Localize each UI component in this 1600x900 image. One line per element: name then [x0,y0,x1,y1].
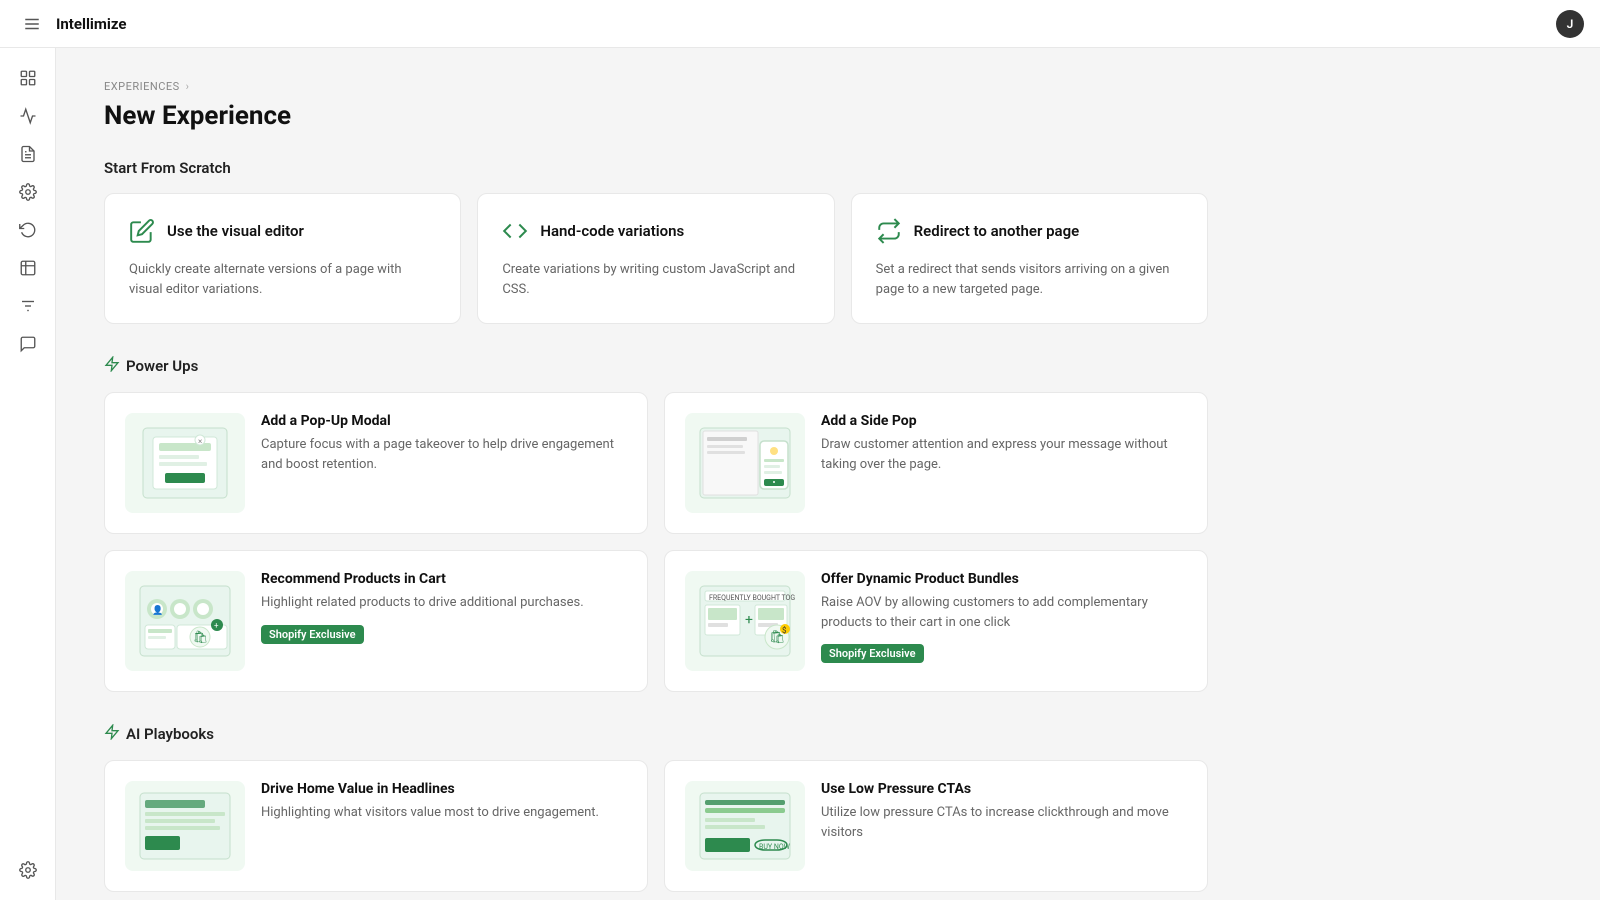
edit-icon [129,218,155,244]
sidebar-item-dashboard[interactable] [10,60,46,96]
recommend-products-desc: Highlight related products to drive addi… [261,593,627,613]
start-from-scratch-heading: Start From Scratch [104,159,1208,177]
feedback-icon [19,335,37,353]
experiments-icon [19,259,37,277]
power-ups-heading: Power Ups [104,356,1208,376]
side-pop-card[interactable]: Add a Side Pop Draw customer attention a… [664,392,1208,534]
gear-icon [19,861,37,879]
headlines-title: Drive Home Value in Headlines [261,781,627,797]
visual-editor-card-title: Use the visual editor [167,222,304,240]
sidebar-item-analytics[interactable] [10,98,46,134]
dynamic-bundles-title: Offer Dynamic Product Bundles [821,571,1187,587]
svg-text:BUY NOW: BUY NOW [759,843,791,851]
low-pressure-title: Use Low Pressure CTAs [821,781,1187,797]
sidebar-item-history[interactable] [10,212,46,248]
reports-icon [19,145,37,163]
playbook-cards-grid: Drive Home Value in Headlines Highlighti… [104,760,1208,892]
sidebar-item-reports[interactable] [10,136,46,172]
hamburger-button[interactable] [16,8,48,40]
sidebar-item-filters[interactable] [10,288,46,324]
svg-text:FREQUENTLY BOUGHT TOGETHER: FREQUENTLY BOUGHT TOGETHER [709,594,795,602]
settings-icon [19,183,37,201]
svg-text:×: × [198,437,202,446]
dynamic-bundles-desc: Raise AOV by allowing customers to add c… [821,593,1187,632]
ai-playbooks-heading: AI Playbooks [104,724,1208,744]
svg-text:+: + [745,612,753,628]
recommend-products-content: Recommend Products in Cart Highlight rel… [261,571,627,644]
powerup-cards-grid: × Add a Pop-Up Modal Capture focus with … [104,392,1208,692]
dynamic-bundles-card[interactable]: FREQUENTLY BOUGHT TOGETHER + 🛍 [664,550,1208,692]
redirect-card-title: Redirect to another page [914,222,1080,240]
breadcrumb: EXPERIENCES › [104,80,1208,93]
hand-code-card[interactable]: Hand-code variations Create variations b… [477,193,834,324]
svg-text:👤: 👤 [152,604,163,616]
filters-icon [19,297,37,315]
svg-text:🛍: 🛍 [193,630,208,644]
breadcrumb-parent[interactable]: EXPERIENCES [104,80,180,93]
popup-modal-title: Add a Pop-Up Modal [261,413,627,429]
sidebar [0,48,56,900]
popup-modal-desc: Capture focus with a page takeover to he… [261,435,627,474]
redirect-card[interactable]: Redirect to another page Set a redirect … [851,193,1208,324]
visual-editor-card[interactable]: Use the visual editor Quickly create alt… [104,193,461,324]
scratch-cards-grid: Use the visual editor Quickly create alt… [104,193,1208,324]
headlines-content: Drive Home Value in Headlines Highlighti… [261,781,627,823]
visual-editor-card-desc: Quickly create alternate versions of a p… [129,260,436,299]
popup-modal-content: Add a Pop-Up Modal Capture focus with a … [261,413,627,474]
recommend-products-card[interactable]: 👤 🛍 + [104,550,648,692]
code-icon [502,218,528,244]
powerup-icon [104,356,120,376]
sidebar-item-experiments[interactable] [10,250,46,286]
side-pop-content: Add a Side Pop Draw customer attention a… [821,413,1187,474]
low-pressure-content: Use Low Pressure CTAs Utilize low pressu… [821,781,1187,842]
headlines-image [125,781,245,871]
svg-text:$: $ [782,626,787,635]
hand-code-card-title: Hand-code variations [540,222,684,240]
headlines-card[interactable]: Drive Home Value in Headlines Highlighti… [104,760,648,892]
main-wrapper: EXPERIENCES › New Experience Start From … [56,48,1600,900]
recommend-products-image: 👤 🛍 + [125,571,245,671]
history-icon [19,221,37,239]
popup-modal-image: × [125,413,245,513]
low-pressure-desc: Utilize low pressure CTAs to increase cl… [821,803,1187,842]
playbooks-icon [104,724,120,744]
sidebar-item-settings[interactable] [10,174,46,210]
ai-playbooks-section: AI Playbooks [104,724,1208,892]
analytics-icon [19,107,37,125]
hand-code-card-desc: Create variations by writing custom Java… [502,260,809,299]
recommend-products-badge: Shopify Exclusive [261,625,364,644]
redirect-card-desc: Set a redirect that sends visitors arriv… [876,260,1183,299]
dashboard-icon [19,69,37,87]
avatar[interactable]: J [1556,10,1584,38]
page-title: New Experience [104,101,1208,131]
low-pressure-card[interactable]: BUY NOW Use Low Pressure CTAs Utilize lo… [664,760,1208,892]
low-pressure-image: BUY NOW [685,781,805,871]
header-logo-text: Intellimize [56,15,126,33]
side-pop-title: Add a Side Pop [821,413,1187,429]
side-pop-desc: Draw customer attention and express your… [821,435,1187,474]
sidebar-item-feedback[interactable] [10,326,46,362]
side-pop-image [685,413,805,513]
breadcrumb-chevron: › [186,80,190,93]
headlines-desc: Highlighting what visitors value most to… [261,803,627,823]
power-ups-section: Power Ups × [104,356,1208,692]
dynamic-bundles-content: Offer Dynamic Product Bundles Raise AOV … [821,571,1187,663]
recommend-products-title: Recommend Products in Cart [261,571,627,587]
svg-text:+: + [214,621,219,630]
popup-modal-card[interactable]: × Add a Pop-Up Modal Capture focus with … [104,392,648,534]
sidebar-item-gear[interactable] [10,852,46,888]
dynamic-bundles-badge: Shopify Exclusive [821,644,924,663]
redirect-icon [876,218,902,244]
dynamic-bundles-image: FREQUENTLY BOUGHT TOGETHER + 🛍 [685,571,805,671]
start-from-scratch-section: Start From Scratch Use the visual editor [104,159,1208,324]
